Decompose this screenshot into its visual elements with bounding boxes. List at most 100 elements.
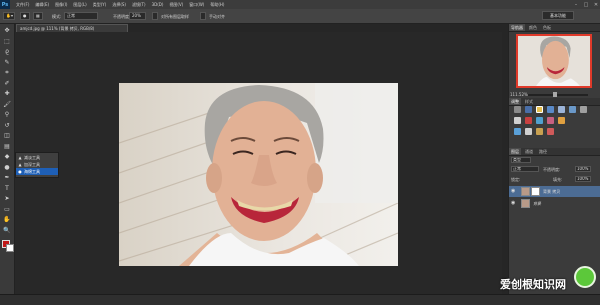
channel-mixer-icon[interactable]	[536, 117, 543, 124]
type-icon[interactable]: T	[3, 185, 11, 192]
menu-edit[interactable]: 编辑(E)	[35, 2, 49, 8]
menu-help[interactable]: 帮助(H)	[210, 2, 224, 8]
levels-icon[interactable]	[525, 106, 532, 113]
burn-tool-label: 加深工具	[24, 162, 40, 167]
menu-select[interactable]: 选择(S)	[112, 2, 126, 8]
photo-filter-icon[interactable]	[525, 117, 532, 124]
maximize-button[interactable]: □	[582, 1, 590, 9]
brush-icon[interactable]: 🖌	[3, 101, 11, 108]
layer-row-background[interactable]: ◉ 背景	[509, 198, 600, 209]
status-bar	[0, 294, 600, 305]
menu-window[interactable]: 窗口(W)	[189, 2, 204, 8]
vibrance-icon[interactable]	[558, 106, 565, 113]
tab-channels[interactable]: 通道	[523, 148, 535, 155]
exposure-icon[interactable]	[547, 106, 554, 113]
menu-type[interactable]: 类型(Y)	[93, 2, 107, 8]
layer-name[interactable]: 背景 拷贝	[543, 186, 560, 197]
menu-3d[interactable]: 3D(D)	[152, 2, 164, 7]
brush-preset-picker[interactable]: ●	[20, 12, 30, 20]
menu-layer[interactable]: 图层(L)	[73, 2, 86, 8]
dodge-tool-icon: ▲	[18, 155, 22, 160]
gradient-map-icon[interactable]	[536, 128, 543, 135]
background-color-swatch[interactable]	[6, 244, 14, 252]
zoom-icon[interactable]: 🔍	[3, 227, 11, 234]
tab-paths[interactable]: 路径	[537, 148, 549, 155]
tab-navigator[interactable]: 导航器	[509, 24, 525, 31]
marquee-icon[interactable]: ⬚	[3, 38, 11, 45]
menu-file[interactable]: 文件(F)	[16, 2, 29, 8]
sponge-tool-item[interactable]: ● 海绵工具	[16, 168, 58, 175]
navigator-panel-tabs: 导航器 颜色 色板	[509, 24, 600, 32]
navigator-zoom-knob[interactable]	[553, 92, 557, 97]
path-select-icon[interactable]: ➤	[3, 195, 11, 202]
selective-color-icon[interactable]	[547, 128, 554, 135]
tab-styles[interactable]: 样式	[523, 98, 535, 105]
black-white-icon[interactable]	[514, 117, 521, 124]
eraser-icon[interactable]: ◫	[3, 132, 11, 139]
navigator-preview[interactable]	[516, 34, 592, 88]
document-image[interactable]	[119, 83, 398, 266]
dodge-tool-item[interactable]: ▲ 减淡工具	[16, 154, 58, 161]
tab-color[interactable]: 颜色	[527, 24, 539, 31]
minimize-button[interactable]: –	[572, 1, 580, 9]
threshold-icon[interactable]	[525, 128, 532, 135]
blur-icon[interactable]: ◆	[3, 153, 11, 160]
layer-filter-kind[interactable]: 类型	[511, 157, 531, 163]
layer-name[interactable]: 背景	[533, 198, 541, 209]
burn-tool-item[interactable]: ▲ 加深工具	[16, 161, 58, 168]
stamp-icon[interactable]: ⚲	[3, 111, 11, 118]
workspace-switcher[interactable]: 基本功能	[542, 11, 574, 20]
tab-adjustments[interactable]: 调整	[509, 98, 521, 105]
align-checkbox[interactable]	[152, 12, 158, 20]
menu-image[interactable]: 图像(I)	[55, 2, 67, 8]
layer-thumbnail	[521, 187, 530, 196]
color-lookup-icon[interactable]	[547, 117, 554, 124]
layer-mask-thumbnail[interactable]	[531, 187, 540, 196]
layer-opacity-input[interactable]: 100%	[575, 166, 591, 172]
pen-icon[interactable]: ✒	[3, 174, 11, 181]
shape-icon[interactable]: ▭	[3, 206, 11, 213]
crop-icon[interactable]: ⌗	[3, 69, 11, 76]
mode-select[interactable]: 正常	[64, 12, 98, 20]
tool-preset-picker[interactable]: ✋▾	[3, 12, 15, 20]
navigator-zoom-readout[interactable]: 111.52%	[510, 92, 528, 97]
curves-icon[interactable]	[536, 106, 543, 113]
eyedropper-icon[interactable]: ✐	[3, 80, 11, 87]
navigator-zoom-slider[interactable]	[528, 94, 588, 96]
menu-view[interactable]: 视图(V)	[169, 2, 183, 8]
brightness-icon[interactable]	[514, 106, 521, 113]
lasso-icon[interactable]: ϱ	[3, 48, 11, 55]
fill-input[interactable]: 100%	[575, 176, 591, 182]
invert-icon[interactable]	[558, 117, 565, 124]
hand-icon[interactable]: ✋	[3, 216, 11, 223]
navigator-thumbnail	[518, 36, 590, 86]
opacity-input[interactable]: 20%	[129, 12, 146, 20]
document-tab[interactable]: amjcd.jpg @ 111% (背景 拷贝, RGB/8)	[16, 24, 128, 32]
tab-layers[interactable]: 图层	[509, 148, 521, 155]
color-balance-icon[interactable]	[580, 106, 587, 113]
layers-panel-tabs: 图层 通道 路径	[509, 148, 600, 156]
menu-filter[interactable]: 滤镜(T)	[132, 2, 146, 8]
quick-select-icon[interactable]: ✎	[3, 59, 11, 66]
layer-opacity-label: 不透明度:	[543, 167, 561, 172]
gradient-icon[interactable]: ▤	[3, 143, 11, 150]
brush-panel-toggle[interactable]: ▦	[33, 12, 43, 20]
options-bar: ✋▾ ● ▦ 模式: 正常 不透明度: 20% 对所有图层取样 手动对齐 基本功…	[0, 9, 600, 24]
move-icon[interactable]: ✥	[3, 27, 11, 34]
dodge-icon[interactable]: ●	[3, 164, 11, 171]
history-brush-icon[interactable]: ↺	[3, 122, 11, 129]
hue-saturation-icon[interactable]	[569, 106, 576, 113]
watermark-logo-icon	[574, 266, 596, 288]
close-button[interactable]: ✕	[592, 1, 600, 9]
tab-swatches[interactable]: 色板	[541, 24, 553, 31]
align-label: 对所有图层取样	[161, 14, 189, 19]
visibility-eye-icon[interactable]: ◉	[511, 186, 517, 197]
manual-align-checkbox[interactable]	[200, 12, 206, 20]
posterize-icon[interactable]	[514, 128, 521, 135]
dodge-tool-label: 减淡工具	[24, 155, 40, 160]
healing-icon[interactable]: ✚	[3, 90, 11, 97]
layer-blend-mode[interactable]: 正常	[511, 166, 539, 172]
layer-row-background-copy[interactable]: ◉ 背景 拷贝	[509, 186, 600, 197]
opacity-label: 不透明度:	[113, 14, 131, 19]
visibility-eye-icon[interactable]: ◉	[511, 198, 517, 209]
